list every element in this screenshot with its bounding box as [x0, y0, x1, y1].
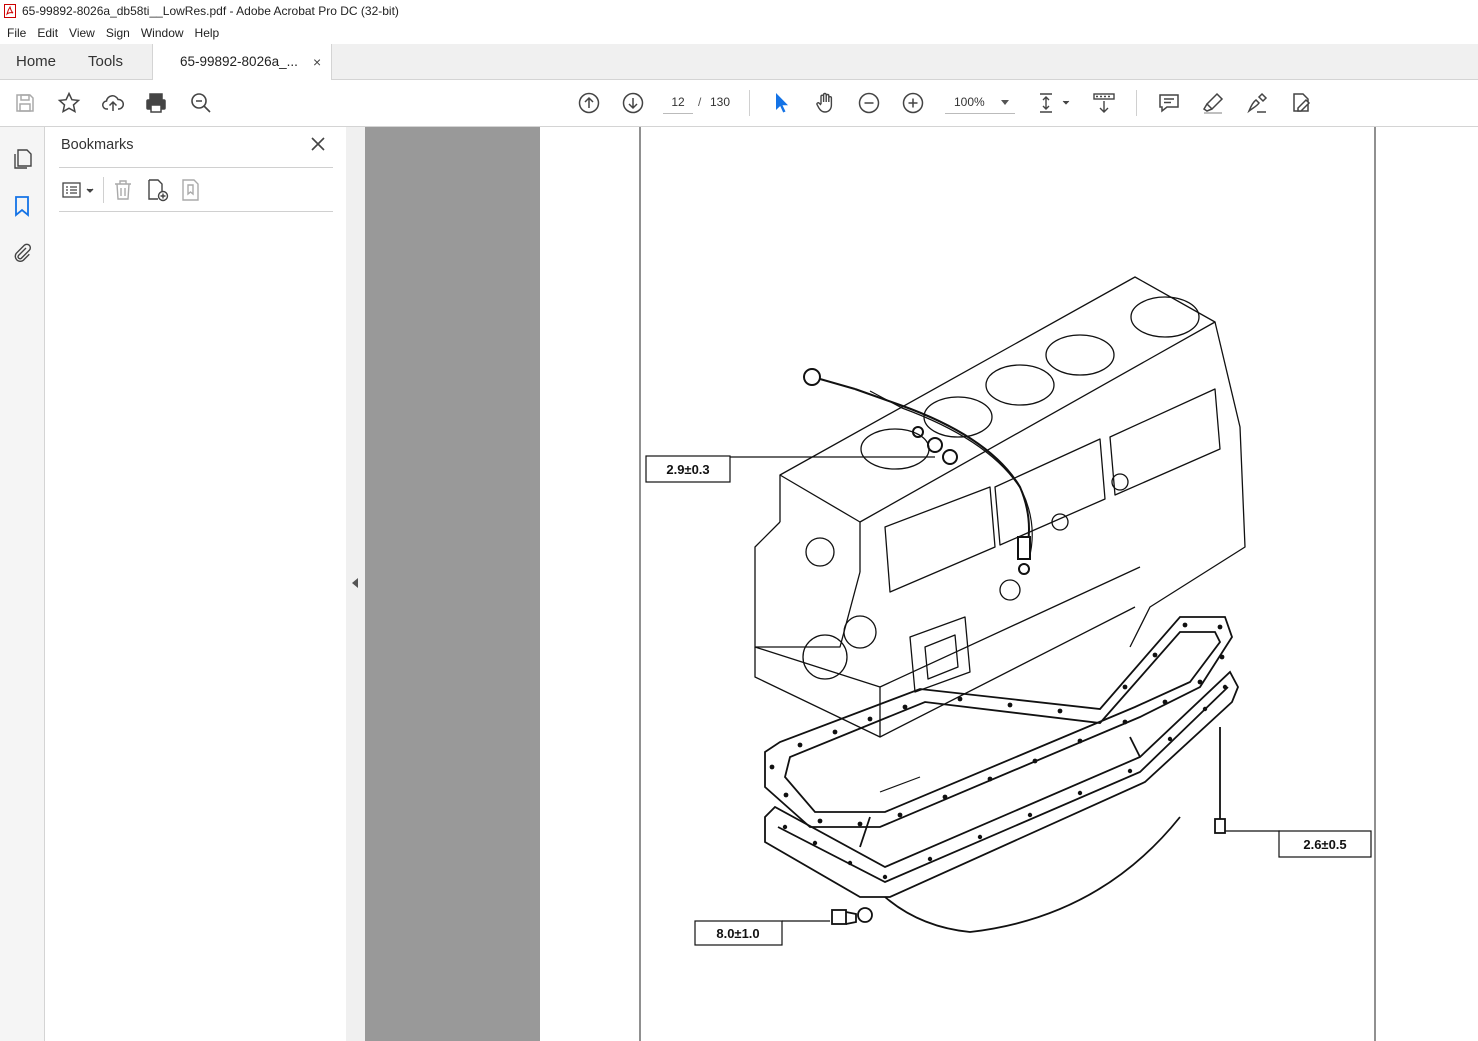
- drain-plug-drawing: [831, 907, 873, 925]
- menu-window[interactable]: Window: [137, 22, 188, 44]
- page-number-input[interactable]: 12: [663, 91, 693, 114]
- save-icon[interactable]: [13, 91, 37, 115]
- menu-edit[interactable]: Edit: [33, 22, 62, 44]
- sign-icon[interactable]: [1245, 91, 1269, 115]
- pages-icon[interactable]: [11, 148, 33, 170]
- panel-divider: [59, 167, 333, 168]
- page-separator: /: [698, 95, 702, 109]
- panel-divider: [59, 211, 333, 212]
- bookmark-icon[interactable]: [11, 195, 33, 217]
- menu-sign[interactable]: Sign: [102, 22, 134, 44]
- print-icon[interactable]: [144, 91, 168, 115]
- star-icon[interactable]: [57, 91, 81, 115]
- window-title: 65-99892-8026a_db58ti__LowRes.pdf - Adob…: [22, 4, 399, 18]
- torque-label-dipstick: 2.9±0.3: [645, 455, 731, 483]
- close-tab-icon[interactable]: ×: [313, 44, 321, 80]
- gasket-bolt-holes: [769, 622, 1225, 827]
- hand-icon[interactable]: [813, 91, 837, 115]
- zoom-level-value: 100%: [954, 95, 985, 109]
- pan-bolt-drawing: [1214, 727, 1226, 834]
- chevron-down-icon: [1001, 100, 1009, 105]
- pdf-page[interactable]: 2.9±0.3 8.0±1.0 2.6±0.5: [540, 127, 1478, 1041]
- zoom-level-select[interactable]: 100%: [945, 91, 1015, 114]
- oil-pan-bolt-holes: [782, 684, 1228, 880]
- acrobat-app-icon: [4, 4, 16, 18]
- zoom-out-icon[interactable]: [857, 91, 881, 115]
- close-icon[interactable]: [309, 135, 327, 153]
- tab-document[interactable]: 65-99892-8026a_... ×: [152, 44, 332, 80]
- torque-value-dipstick: 2.9±0.3: [666, 462, 709, 477]
- left-rail: [0, 127, 45, 1041]
- torque-value-pan-bolt: 2.6±0.5: [1303, 837, 1346, 852]
- bookmark-properties-icon[interactable]: [179, 178, 203, 202]
- attachment-icon[interactable]: [11, 241, 33, 263]
- previous-page-icon[interactable]: [577, 91, 601, 115]
- oil-pan-gasket-drawing: [764, 616, 1233, 828]
- collapse-panel-icon[interactable]: [352, 578, 358, 588]
- comment-icon[interactable]: [1157, 91, 1181, 115]
- find-icon[interactable]: [189, 91, 213, 115]
- document-background: [365, 127, 540, 1041]
- bookmarks-title: Bookmarks: [61, 137, 134, 153]
- select-arrow-icon[interactable]: [769, 91, 793, 115]
- bookmarks-panel: Bookmarks: [45, 127, 347, 1041]
- scroll-mode-icon[interactable]: [1092, 91, 1116, 115]
- redact-icon[interactable]: [1289, 91, 1313, 115]
- toolbar: 12 / 130 100%: [0, 80, 1478, 127]
- tab-row: Home Tools 65-99892-8026a_... ×: [0, 44, 1478, 80]
- engine-oil-pan-diagram: 2.9±0.3 8.0±1.0 2.6±0.5: [639, 127, 1376, 1041]
- panel-splitter[interactable]: [346, 127, 365, 1041]
- document-tab-label: 65-99892-8026a_...: [180, 54, 298, 69]
- menu-help[interactable]: Help: [191, 22, 224, 44]
- torque-label-drain-plug: 8.0±1.0: [694, 920, 783, 946]
- next-page-icon[interactable]: [621, 91, 645, 115]
- torque-value-drain-plug: 8.0±1.0: [716, 926, 759, 941]
- menu-file[interactable]: File: [3, 22, 30, 44]
- new-bookmark-icon[interactable]: [145, 178, 169, 202]
- panel-toolbar-divider: [103, 177, 104, 203]
- highlight-icon[interactable]: [1201, 91, 1225, 115]
- menu-view[interactable]: View: [65, 22, 99, 44]
- tab-home[interactable]: Home: [16, 44, 56, 79]
- title-bar: 65-99892-8026a_db58ti__LowRes.pdf - Adob…: [0, 0, 1478, 22]
- menu-bar: File Edit View Sign Window Help: [0, 22, 1478, 44]
- engine-block-drawing: [754, 276, 1246, 738]
- bookmark-options-icon[interactable]: [61, 178, 97, 202]
- toolbar-divider: [749, 90, 750, 116]
- page-total: 130: [710, 95, 731, 109]
- torque-label-pan-bolt: 2.6±0.5: [1278, 830, 1372, 858]
- zoom-in-icon[interactable]: [901, 91, 925, 115]
- page-fit-icon[interactable]: [1037, 91, 1071, 115]
- toolbar-divider: [1136, 90, 1137, 116]
- tab-tools[interactable]: Tools: [88, 44, 123, 79]
- delete-bookmark-icon[interactable]: [111, 178, 135, 202]
- upload-icon[interactable]: [101, 91, 125, 115]
